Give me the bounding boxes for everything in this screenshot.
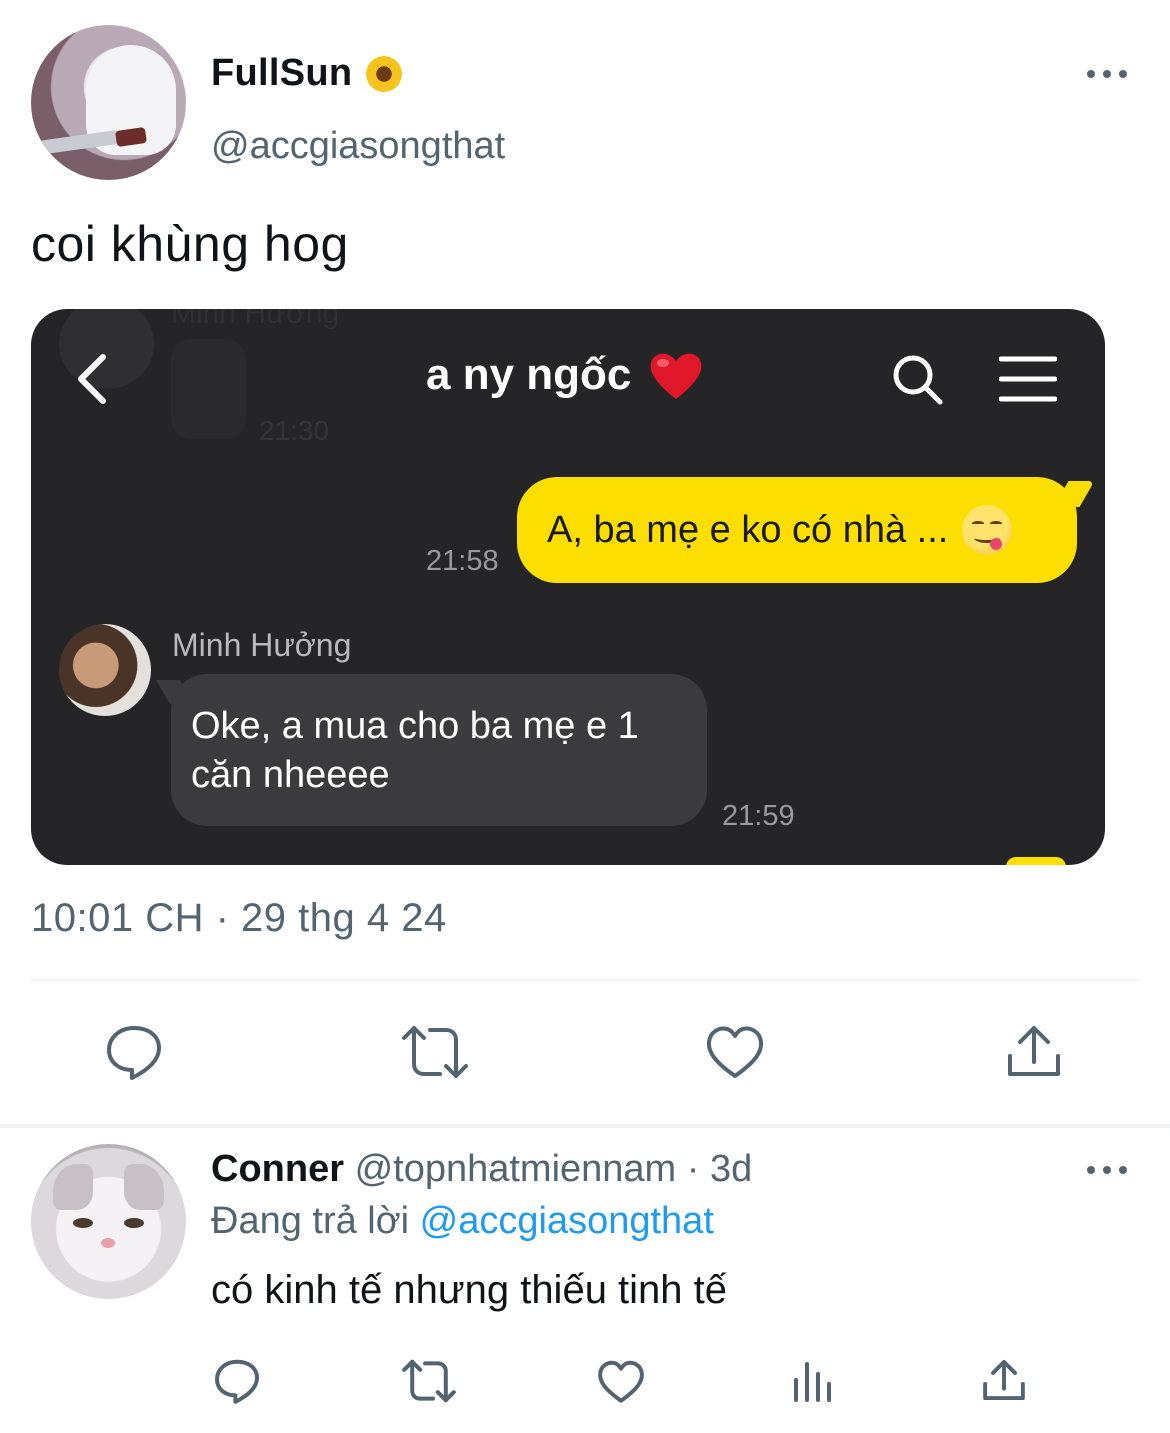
yum-face-icon	[962, 505, 1013, 555]
chat-title: a ny ngốc	[426, 349, 705, 401]
divider	[31, 979, 1140, 981]
author-avatar[interactable]	[31, 25, 186, 180]
incoming-sender-name: Minh Hưởng	[172, 627, 352, 663]
tweet-text: coi khùng hog	[31, 216, 349, 272]
incoming-message-line-1: Oke, a mua cho ba mẹ e 1	[191, 705, 639, 747]
cat-ear	[124, 1164, 164, 1210]
search-icon	[893, 355, 943, 405]
reply-author-name[interactable]: Conner	[211, 1148, 344, 1190]
replying-to: Đang trả lời @accgiasongthat	[211, 1200, 714, 1243]
red-heart-icon	[651, 353, 702, 399]
sender-avatar	[59, 624, 151, 716]
back-chevron-icon	[78, 354, 106, 404]
author-display-name[interactable]: FullSun	[211, 52, 403, 95]
reply-share-icon[interactable]	[982, 1357, 1026, 1403]
replying-label: Đang trả lời	[211, 1200, 410, 1242]
tweet-timestamp[interactable]: 10:01 CH · 29 thg 4 24	[31, 896, 447, 941]
outgoing-message-time: 21:58	[426, 545, 499, 577]
cat-nose	[101, 1238, 115, 1248]
next-bubble-peek	[1006, 857, 1066, 865]
reply-reply-icon[interactable]	[213, 1357, 261, 1405]
incoming-message-line-2: căn nheeee	[191, 754, 390, 796]
reply-age[interactable]: 3d	[710, 1148, 752, 1190]
reply-text: có kinh tế nhưng thiếu tinh tế	[211, 1268, 728, 1312]
reply-more-options-icon[interactable]	[1087, 1164, 1127, 1176]
cat-eye	[73, 1218, 93, 1228]
cat-ear	[53, 1164, 93, 1210]
menu-icon	[999, 356, 1057, 402]
outgoing-message-bubble: A, ba mẹ e ko có nhà ...	[517, 477, 1095, 583]
sunflower-icon	[366, 55, 403, 92]
incoming-message-time: 21:59	[722, 800, 795, 832]
reply-icon[interactable]	[104, 1022, 164, 1082]
ghost-sender-name: Minh Hưởng	[171, 309, 340, 330]
reply-author-avatar[interactable]	[31, 1144, 186, 1299]
tweet-media-image[interactable]: Minh Hưởng 21:30 a ny ngốc 21:58 A, ba m…	[31, 309, 1105, 865]
ghost-time: 21:30	[259, 415, 330, 446]
share-icon[interactable]	[1006, 1022, 1062, 1080]
reply-header: Conner @topnhatmiennam · 3d	[211, 1148, 752, 1191]
incoming-message-bubble: Oke, a mua cho ba mẹ e 1 căn nheeee	[156, 674, 707, 826]
like-icon[interactable]	[705, 1024, 765, 1080]
reply-like-icon[interactable]	[597, 1359, 645, 1404]
meta-separator: ·	[686, 1148, 700, 1190]
cat-eye	[124, 1218, 144, 1228]
section-divider	[0, 1124, 1170, 1128]
chat-title-text: a ny ngốc	[426, 350, 632, 399]
retweet-icon[interactable]	[400, 1022, 470, 1082]
replying-mention-link[interactable]: @accgiasongthat	[420, 1200, 714, 1242]
reply-retweet-icon[interactable]	[401, 1357, 457, 1405]
reply-author-handle[interactable]: @topnhatmiennam	[355, 1148, 677, 1190]
author-handle[interactable]: @accgiasongthat	[211, 125, 505, 168]
more-options-icon[interactable]	[1087, 68, 1127, 80]
author-name-text: FullSun	[211, 52, 353, 94]
reply-views-icon[interactable]	[792, 1360, 834, 1402]
outgoing-message-text: A, ba mẹ e ko có nhà ...	[547, 508, 949, 551]
ghost-bubble	[171, 339, 246, 439]
